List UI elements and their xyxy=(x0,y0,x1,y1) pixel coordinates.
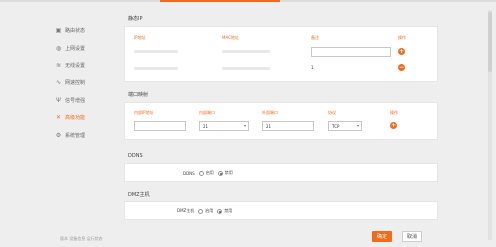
sidebar-item-label: 系统管理 xyxy=(65,132,86,139)
action-bar xyxy=(118,228,488,247)
sidebar-item-signal[interactable]: Ψ 信号增强 xyxy=(55,94,85,106)
remove-static-ip-button[interactable]: − xyxy=(398,64,405,71)
internal-port-select[interactable]: 21 ▾ xyxy=(199,121,249,131)
ddns-disable-label: 禁用 xyxy=(224,170,233,175)
static-ip-title: 静态IP xyxy=(128,16,143,22)
dmz-disable-radio[interactable] xyxy=(217,208,223,214)
sidebar-item-advanced[interactable]: ✕ 高级功能 xyxy=(55,111,85,123)
dmz-panel: DMZ主机 启用 禁用 xyxy=(124,201,438,220)
settings-icon: ⚙ xyxy=(55,131,62,139)
internal-port-value: 21 xyxy=(203,123,209,129)
port-mapping-title: 端口映射 xyxy=(128,92,149,98)
port-header-action: 操作 xyxy=(390,110,398,115)
blurred-mac xyxy=(222,67,270,70)
sidebar-item-label: 无线设置 xyxy=(65,62,86,69)
sidebar-item-label: 上网设置 xyxy=(65,45,86,52)
static-ip-header-ip: IP地址 xyxy=(134,35,146,40)
cancel-button[interactable]: 取消 xyxy=(402,231,422,242)
top-accent xyxy=(160,0,280,2)
add-static-ip-button[interactable]: + xyxy=(398,48,405,55)
save-button[interactable]: 确定 xyxy=(372,231,392,242)
sidebar-item-speed[interactable]: ∿ 网速控制 xyxy=(55,76,85,88)
sidebar-item-system[interactable]: ⚙ 系统管理 xyxy=(55,129,85,141)
sidebar-item-internet[interactable]: ◍ 上网设置 xyxy=(55,42,85,54)
sidebar-item-status[interactable]: ▣ 路由状态 xyxy=(55,24,85,36)
dmz-label: DMZ主机 xyxy=(177,208,195,213)
note-input[interactable] xyxy=(311,47,391,57)
dashboard-icon: ▣ xyxy=(55,26,62,34)
static-ip-panel: IP地址 MAC地址 备注 操作 + 1 − xyxy=(124,26,438,82)
static-ip-note-value: 1 xyxy=(311,65,314,70)
dmz-disable-label: 禁用 xyxy=(224,208,233,213)
port-header-internal-ip: 内部IP地址 xyxy=(134,110,154,115)
ddns-enable-radio[interactable] xyxy=(198,170,204,176)
sidebar-item-label: 高级功能 xyxy=(65,114,86,121)
dmz-enable-label: 启用 xyxy=(205,208,214,213)
signal-icon: Ψ xyxy=(56,96,61,104)
ddns-enable-label: 启用 xyxy=(205,170,214,175)
sidebar: ▣ 路由状态 ◍ 上网设置 ≋ 无线设置 ∿ 网速控制 Ψ 信号增强 ✕ 高级功… xyxy=(0,2,118,247)
port-header-internal-port: 内部端口 xyxy=(199,110,215,115)
static-ip-header-mac: MAC地址 xyxy=(222,35,239,40)
static-ip-header-note: 备注 xyxy=(311,35,319,40)
add-port-mapping-button[interactable]: + xyxy=(390,122,397,129)
port-header-protocol: 协议 xyxy=(328,110,336,115)
chevron-down-icon: ▾ xyxy=(356,123,359,128)
tools-icon: ✕ xyxy=(55,113,62,121)
port-header-external-port: 外部端口 xyxy=(262,110,278,115)
dmz-enable-radio[interactable] xyxy=(198,208,204,214)
ddns-radio-group: DDNS 启用 禁用 xyxy=(183,170,233,176)
ddns-disable-radio[interactable] xyxy=(217,170,223,176)
wifi-icon: ≋ xyxy=(55,61,62,69)
ddns-label: DDNS xyxy=(183,170,195,176)
blurred-ip xyxy=(134,67,178,70)
port-mapping-panel: 内部IP地址 内部端口 外部端口 协议 操作 21 ▾ 21 TCP ▾ + xyxy=(124,102,438,140)
sidebar-item-label: 路由状态 xyxy=(65,27,86,34)
sidebar-item-wireless[interactable]: ≋ 无线设置 xyxy=(55,59,85,71)
blurred-mac xyxy=(222,50,270,53)
scrollbar-thumb[interactable] xyxy=(488,12,492,72)
ddns-panel: DDNS 启用 禁用 xyxy=(124,163,438,182)
ddns-title: DDNS xyxy=(128,153,143,159)
globe-icon: ◍ xyxy=(55,44,62,52)
speed-icon: ∿ xyxy=(55,78,62,86)
sidebar-item-label: 网速控制 xyxy=(65,79,86,86)
protocol-value: TCP xyxy=(332,123,340,129)
dmz-radio-group: DMZ主机 启用 禁用 xyxy=(177,208,232,214)
static-ip-header-action: 操作 xyxy=(398,35,406,40)
protocol-select[interactable]: TCP ▾ xyxy=(328,121,362,131)
external-port-value: 21 xyxy=(266,123,272,129)
sidebar-footer: 版本 设备信息 运行状态 xyxy=(60,236,103,241)
internal-ip-input[interactable] xyxy=(134,121,186,131)
chevron-down-icon: ▾ xyxy=(243,123,246,128)
blurred-ip xyxy=(134,50,178,53)
external-port-input[interactable]: 21 xyxy=(262,121,314,131)
dmz-title: DMZ主机 xyxy=(128,192,150,198)
sidebar-item-label: 信号增强 xyxy=(65,97,86,104)
